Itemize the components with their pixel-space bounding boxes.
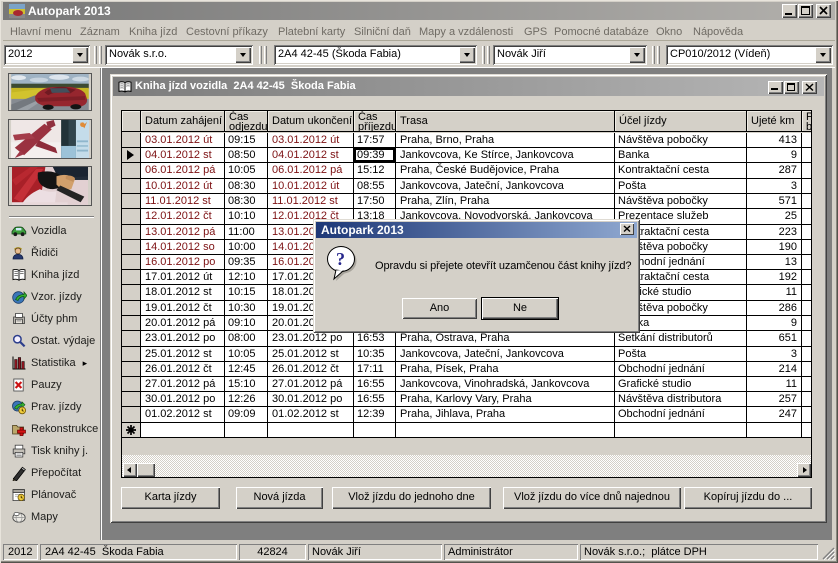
svg-text:?: ? [336, 249, 345, 269]
